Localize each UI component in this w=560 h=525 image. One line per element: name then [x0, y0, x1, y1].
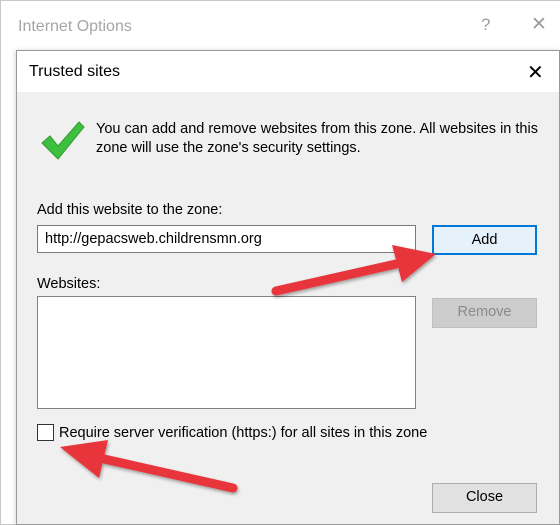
add-website-label: Add this website to the zone:	[37, 202, 223, 218]
close-button[interactable]: Close	[432, 483, 537, 513]
website-url-input[interactable]	[37, 225, 416, 253]
require-https-checkbox[interactable]	[37, 424, 54, 441]
dialog-title-bar: Trusted sites ✕	[17, 51, 559, 92]
checkmark-icon	[41, 121, 85, 160]
parent-title-bar: Internet Options ? ✕	[1, 1, 560, 51]
dialog-title: Trusted sites	[29, 63, 120, 80]
parent-window-title: Internet Options	[18, 18, 132, 35]
parent-close-icon[interactable]: ✕	[531, 13, 547, 36]
trusted-sites-dialog: Trusted sites ✕ You can add and remove w…	[16, 50, 560, 525]
intro-text: You can add and remove websites from thi…	[96, 121, 538, 156]
websites-list[interactable]	[37, 296, 416, 409]
dialog-close-icon[interactable]: ✕	[527, 60, 544, 85]
websites-label: Websites:	[37, 276, 101, 292]
remove-button[interactable]: Remove	[432, 298, 537, 328]
add-button[interactable]: Add	[432, 225, 537, 255]
help-icon[interactable]: ?	[481, 15, 490, 35]
require-https-label: Require server verification (https:) for…	[59, 425, 428, 441]
